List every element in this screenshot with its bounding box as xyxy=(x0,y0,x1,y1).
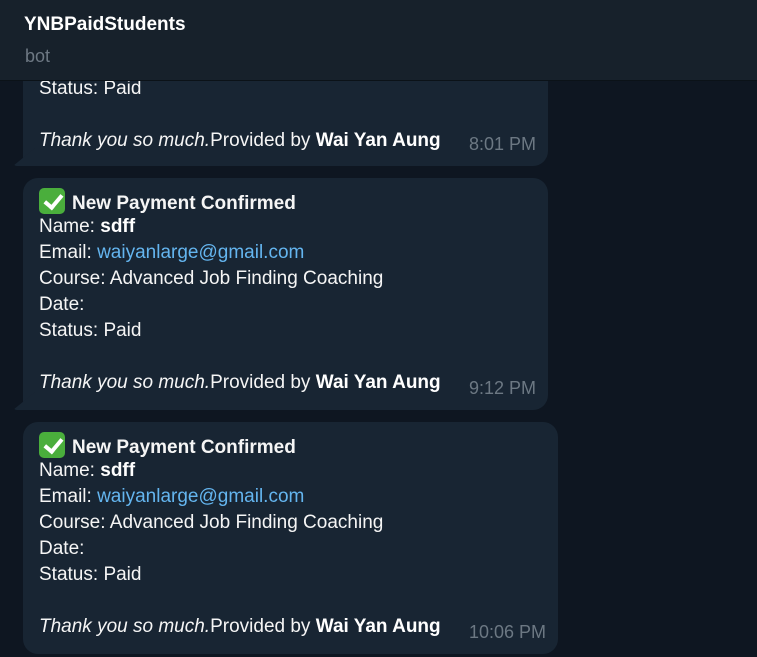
message-bubble[interactable]: New Payment Confirmed Name: sdff Email: … xyxy=(23,422,558,654)
status-label: Status: xyxy=(39,564,99,585)
message-time: 9:12 PM xyxy=(468,378,536,398)
email-line: Email: waiyanlarge@gmail.com xyxy=(39,484,542,510)
status-value: Paid xyxy=(103,564,142,585)
provided-by-text: Provided by xyxy=(210,130,311,151)
email-label: Email: xyxy=(39,486,92,507)
date-label: Date: xyxy=(39,294,85,315)
date-line: Date: xyxy=(39,536,542,562)
chat-window: Status: Paid Thank you so much.Provided … xyxy=(0,0,757,657)
course-label: Course: xyxy=(39,512,106,533)
provided-by-text: Provided by xyxy=(210,372,311,393)
check-mark-icon xyxy=(39,188,65,214)
thanks-text: Thank you so much. xyxy=(39,130,211,151)
chat-subtitle: bot xyxy=(25,46,51,66)
chat-header[interactable]: YNBPaidStudents bot xyxy=(0,0,757,81)
message-heading: New Payment Confirmed xyxy=(72,437,296,458)
signature-line: Thank you so much.Provided by Wai Yan Au… xyxy=(39,370,532,404)
email-label: Email: xyxy=(39,242,92,263)
status-label: Status: xyxy=(39,320,99,341)
author-name: Wai Yan Aung xyxy=(315,616,441,637)
status-line: Status: Paid xyxy=(39,562,542,588)
email-link[interactable]: waiyanlarge@gmail.com xyxy=(97,242,304,263)
name-value: sdff xyxy=(100,216,136,237)
provided-by-text: Provided by xyxy=(210,616,311,637)
course-label: Course: xyxy=(39,268,106,289)
status-label: Status: xyxy=(39,78,99,99)
course-value: Advanced Job Finding Coaching xyxy=(109,512,384,533)
status-value: Paid xyxy=(103,320,142,341)
thanks-text: Thank you so much. xyxy=(39,616,211,637)
course-line: Course: Advanced Job Finding Coaching xyxy=(39,266,532,292)
course-value: Advanced Job Finding Coaching xyxy=(109,268,384,289)
message-time: 8:01 PM xyxy=(468,134,536,154)
status-value: Paid xyxy=(103,78,142,99)
heading-line: New Payment Confirmed xyxy=(39,188,532,214)
heading-line: New Payment Confirmed xyxy=(39,432,542,458)
status-line: Status: Paid xyxy=(39,318,532,344)
message-list[interactable]: Status: Paid Thank you so much.Provided … xyxy=(0,0,757,657)
signature-line: Thank you so much.Provided by Wai Yan Au… xyxy=(39,614,542,648)
name-label: Name: xyxy=(39,216,95,237)
author-name: Wai Yan Aung xyxy=(315,130,441,151)
thanks-text: Thank you so much. xyxy=(39,372,211,393)
date-line: Date: xyxy=(39,292,532,318)
email-link[interactable]: waiyanlarge@gmail.com xyxy=(97,486,304,507)
author-name: Wai Yan Aung xyxy=(315,372,441,393)
chat-title[interactable]: YNBPaidStudents xyxy=(24,14,186,36)
name-label: Name: xyxy=(39,460,95,481)
check-mark-icon xyxy=(39,432,65,458)
date-label: Date: xyxy=(39,538,85,559)
message-heading: New Payment Confirmed xyxy=(72,193,296,214)
name-line: Name: sdff xyxy=(39,214,532,240)
name-value: sdff xyxy=(100,460,136,481)
signature-line: Thank you so much.Provided by Wai Yan Au… xyxy=(39,128,532,162)
name-line: Name: sdff xyxy=(39,458,542,484)
message-bubble[interactable]: New Payment Confirmed Name: sdff Email: … xyxy=(23,178,548,410)
email-line: Email: waiyanlarge@gmail.com xyxy=(39,240,532,266)
course-line: Course: Advanced Job Finding Coaching xyxy=(39,510,542,536)
message-time: 10:06 PM xyxy=(468,622,546,642)
